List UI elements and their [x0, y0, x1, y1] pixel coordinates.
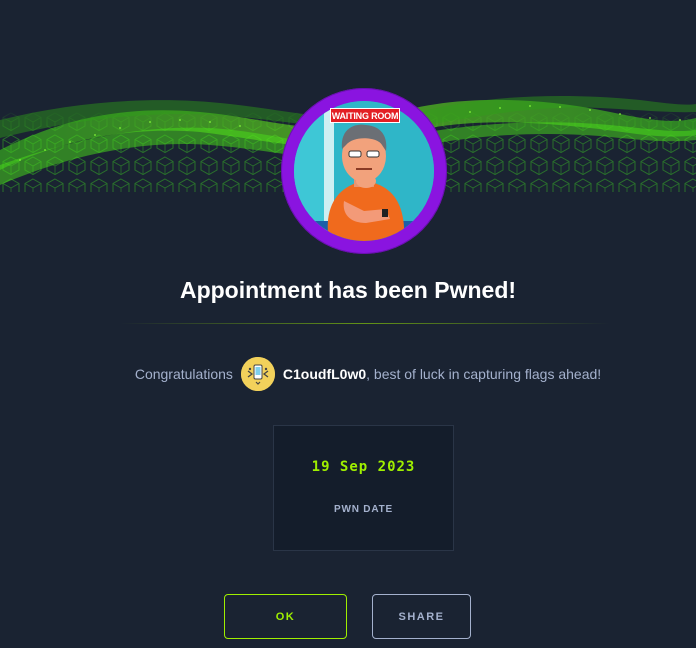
share-button-label: SHARE	[398, 610, 445, 623]
pwned-page: WAITING ROOM Appointment has been Pwned!…	[0, 0, 696, 648]
title-divider	[120, 323, 610, 324]
user-avatar-icon	[240, 357, 275, 391]
congratulations-message: Congratulations C1oudfL0w0 , best of luc…	[20, 356, 696, 392]
ok-button-label: OK	[275, 610, 296, 623]
congrats-suffix: , best of luck in capturing flags ahead!	[366, 366, 602, 382]
machine-avatar: WAITING ROOM	[281, 88, 447, 254]
share-button[interactable]: SHARE	[372, 594, 471, 639]
pwn-date-card: 19 Sep 2023 PWN DATE	[273, 425, 454, 551]
pwned-title: Appointment has been Pwned!	[179, 277, 517, 303]
ok-button[interactable]: OK	[224, 594, 347, 639]
congrats-prefix: Congratulations	[134, 366, 233, 382]
user-avatar[interactable]	[240, 357, 275, 391]
username-link[interactable]: C1oudfL0w0	[283, 366, 366, 382]
waiting-room-sign: WAITING ROOM	[330, 108, 400, 123]
pwn-date-label: PWN DATE	[334, 504, 393, 515]
pwn-date-value: 19 Sep 2023	[311, 459, 416, 475]
